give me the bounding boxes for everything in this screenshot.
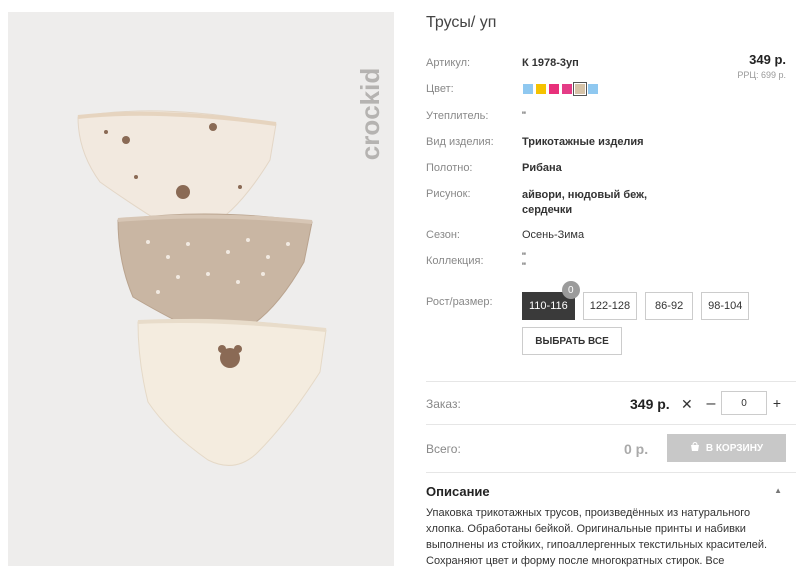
- brand-logo-text: crockid: [358, 68, 385, 161]
- insulation-label: Утеплитель:: [426, 110, 489, 122]
- size-option[interactable]: 98-104: [701, 292, 750, 320]
- size-options: 110-116 0 122-128 86-92 98-104: [522, 281, 750, 320]
- divider: [426, 381, 796, 382]
- quantity-input[interactable]: [721, 391, 767, 415]
- decrement-button[interactable]: –: [704, 395, 718, 413]
- product-photo[interactable]: crockid: [8, 12, 394, 566]
- size-option-label: 110-116: [529, 300, 568, 312]
- divider: [426, 472, 796, 473]
- cart-icon: [690, 441, 700, 455]
- total-label: Всего:: [426, 442, 461, 456]
- pattern-value: айвори, нюдовый беж, сердечки: [522, 189, 648, 216]
- increment-button[interactable]: +: [770, 395, 784, 411]
- size-option-selected[interactable]: 110-116 0: [522, 281, 580, 320]
- season-value: Осень-Зима: [522, 229, 585, 241]
- type-value: Трикотажные изделия: [522, 136, 644, 148]
- color-swatch-selected[interactable]: [573, 82, 587, 96]
- order-price: 349 р.: [630, 396, 670, 412]
- type-label: Вид изделия:: [426, 136, 494, 148]
- insulation-value: ": [522, 110, 526, 122]
- color-swatch[interactable]: [588, 84, 598, 94]
- color-swatch[interactable]: [523, 84, 533, 94]
- description-heading[interactable]: Описание: [426, 484, 490, 499]
- color-label: Цвет:: [426, 83, 454, 95]
- pattern-label: Рисунок:: [426, 188, 471, 200]
- color-swatch[interactable]: [562, 84, 572, 94]
- rrp: РРЦ: 699 р.: [737, 70, 786, 80]
- collection-value: " ": [522, 251, 526, 273]
- times-icon: ✕: [681, 396, 693, 412]
- collapse-arrow-icon[interactable]: ▲: [774, 486, 782, 495]
- size-option-label: 98-104: [708, 300, 743, 312]
- collection-label: Коллекция:: [426, 255, 484, 267]
- fabric-label: Полотно:: [426, 162, 473, 174]
- size-option[interactable]: 122-128: [582, 292, 638, 320]
- add-to-cart-button[interactable]: В КОРЗИНУ: [667, 434, 786, 462]
- size-count-badge: 0: [561, 281, 580, 299]
- size-label: Рост/размер:: [426, 296, 493, 308]
- product-details: Трусы/ уп 349 р. РРЦ: 699 р. Артикул: К …: [426, 0, 800, 567]
- total-value: 0 р.: [624, 441, 649, 457]
- add-to-cart-label: В КОРЗИНУ: [705, 442, 764, 454]
- order-label: Заказ:: [426, 397, 461, 411]
- season-label: Сезон:: [426, 229, 460, 241]
- size-option[interactable]: 86-92: [645, 292, 694, 320]
- article-label: Артикул:: [426, 57, 471, 69]
- size-option-label: 86-92: [655, 300, 684, 312]
- select-all-button[interactable]: ВЫБРАТЬ ВСЕ: [522, 327, 622, 355]
- color-swatches: [523, 82, 598, 96]
- color-swatch[interactable]: [536, 84, 546, 94]
- price: 349 р.: [749, 52, 786, 67]
- article-value: К 1978-3уп: [522, 57, 579, 69]
- fabric-value: Рибана: [522, 162, 562, 174]
- divider: [426, 424, 796, 425]
- product-title: Трусы/ уп: [426, 14, 497, 31]
- product-illustration: [77, 110, 327, 466]
- size-option-label: 122-128: [589, 300, 631, 312]
- color-swatch[interactable]: [549, 84, 559, 94]
- brand-logo: crockid: [355, 44, 386, 184]
- description-text: Упаковка трикотажных трусов, произведённ…: [426, 507, 768, 567]
